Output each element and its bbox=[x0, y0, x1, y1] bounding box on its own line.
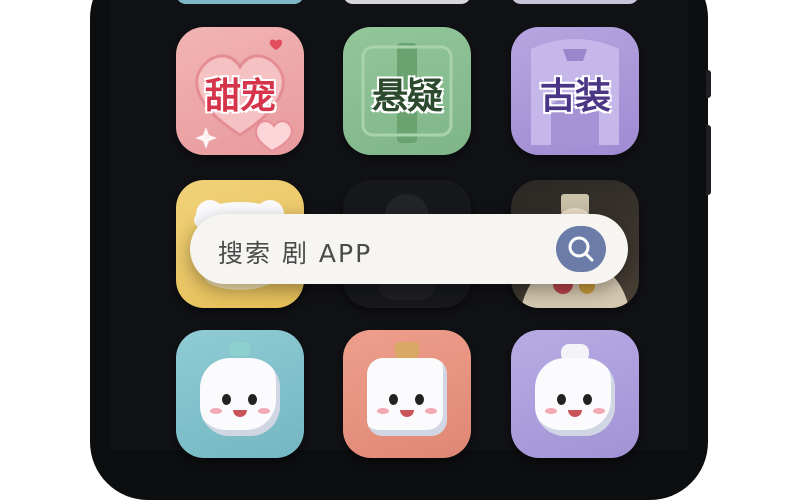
mascot-icon bbox=[200, 358, 280, 436]
phone-side-button-top bbox=[706, 70, 711, 98]
search-button[interactable] bbox=[556, 226, 606, 272]
mascot-icon bbox=[367, 358, 447, 436]
app-icon-partial-2[interactable] bbox=[343, 0, 471, 4]
search-icon bbox=[568, 236, 594, 262]
app-label-xuanyi: 悬疑 bbox=[371, 76, 443, 117]
app-icon-sage-mascot[interactable] bbox=[511, 330, 639, 458]
app-icon-xuanyi[interactable]: 悬疑 bbox=[343, 27, 471, 155]
app-icon-tianchong[interactable]: 甜宠 bbox=[176, 27, 304, 155]
phone-volume-button bbox=[706, 125, 711, 195]
app-icon-partial-1[interactable] bbox=[176, 0, 304, 4]
app-icon-block-mascot[interactable] bbox=[343, 330, 471, 458]
mascot-icon bbox=[535, 358, 615, 436]
app-label-tianchong: 甜宠 bbox=[204, 76, 276, 117]
app-label-guzhuang: 古装 bbox=[539, 76, 611, 117]
crown-icon bbox=[395, 342, 419, 358]
app-icon-bear-mascot[interactable] bbox=[176, 330, 304, 458]
hat-icon bbox=[230, 342, 250, 356]
app-icon-partial-3[interactable] bbox=[511, 0, 639, 4]
search-input[interactable]: 搜索 剧 APP bbox=[218, 234, 372, 270]
app-icon-guzhuang[interactable]: 古装 bbox=[511, 27, 639, 155]
